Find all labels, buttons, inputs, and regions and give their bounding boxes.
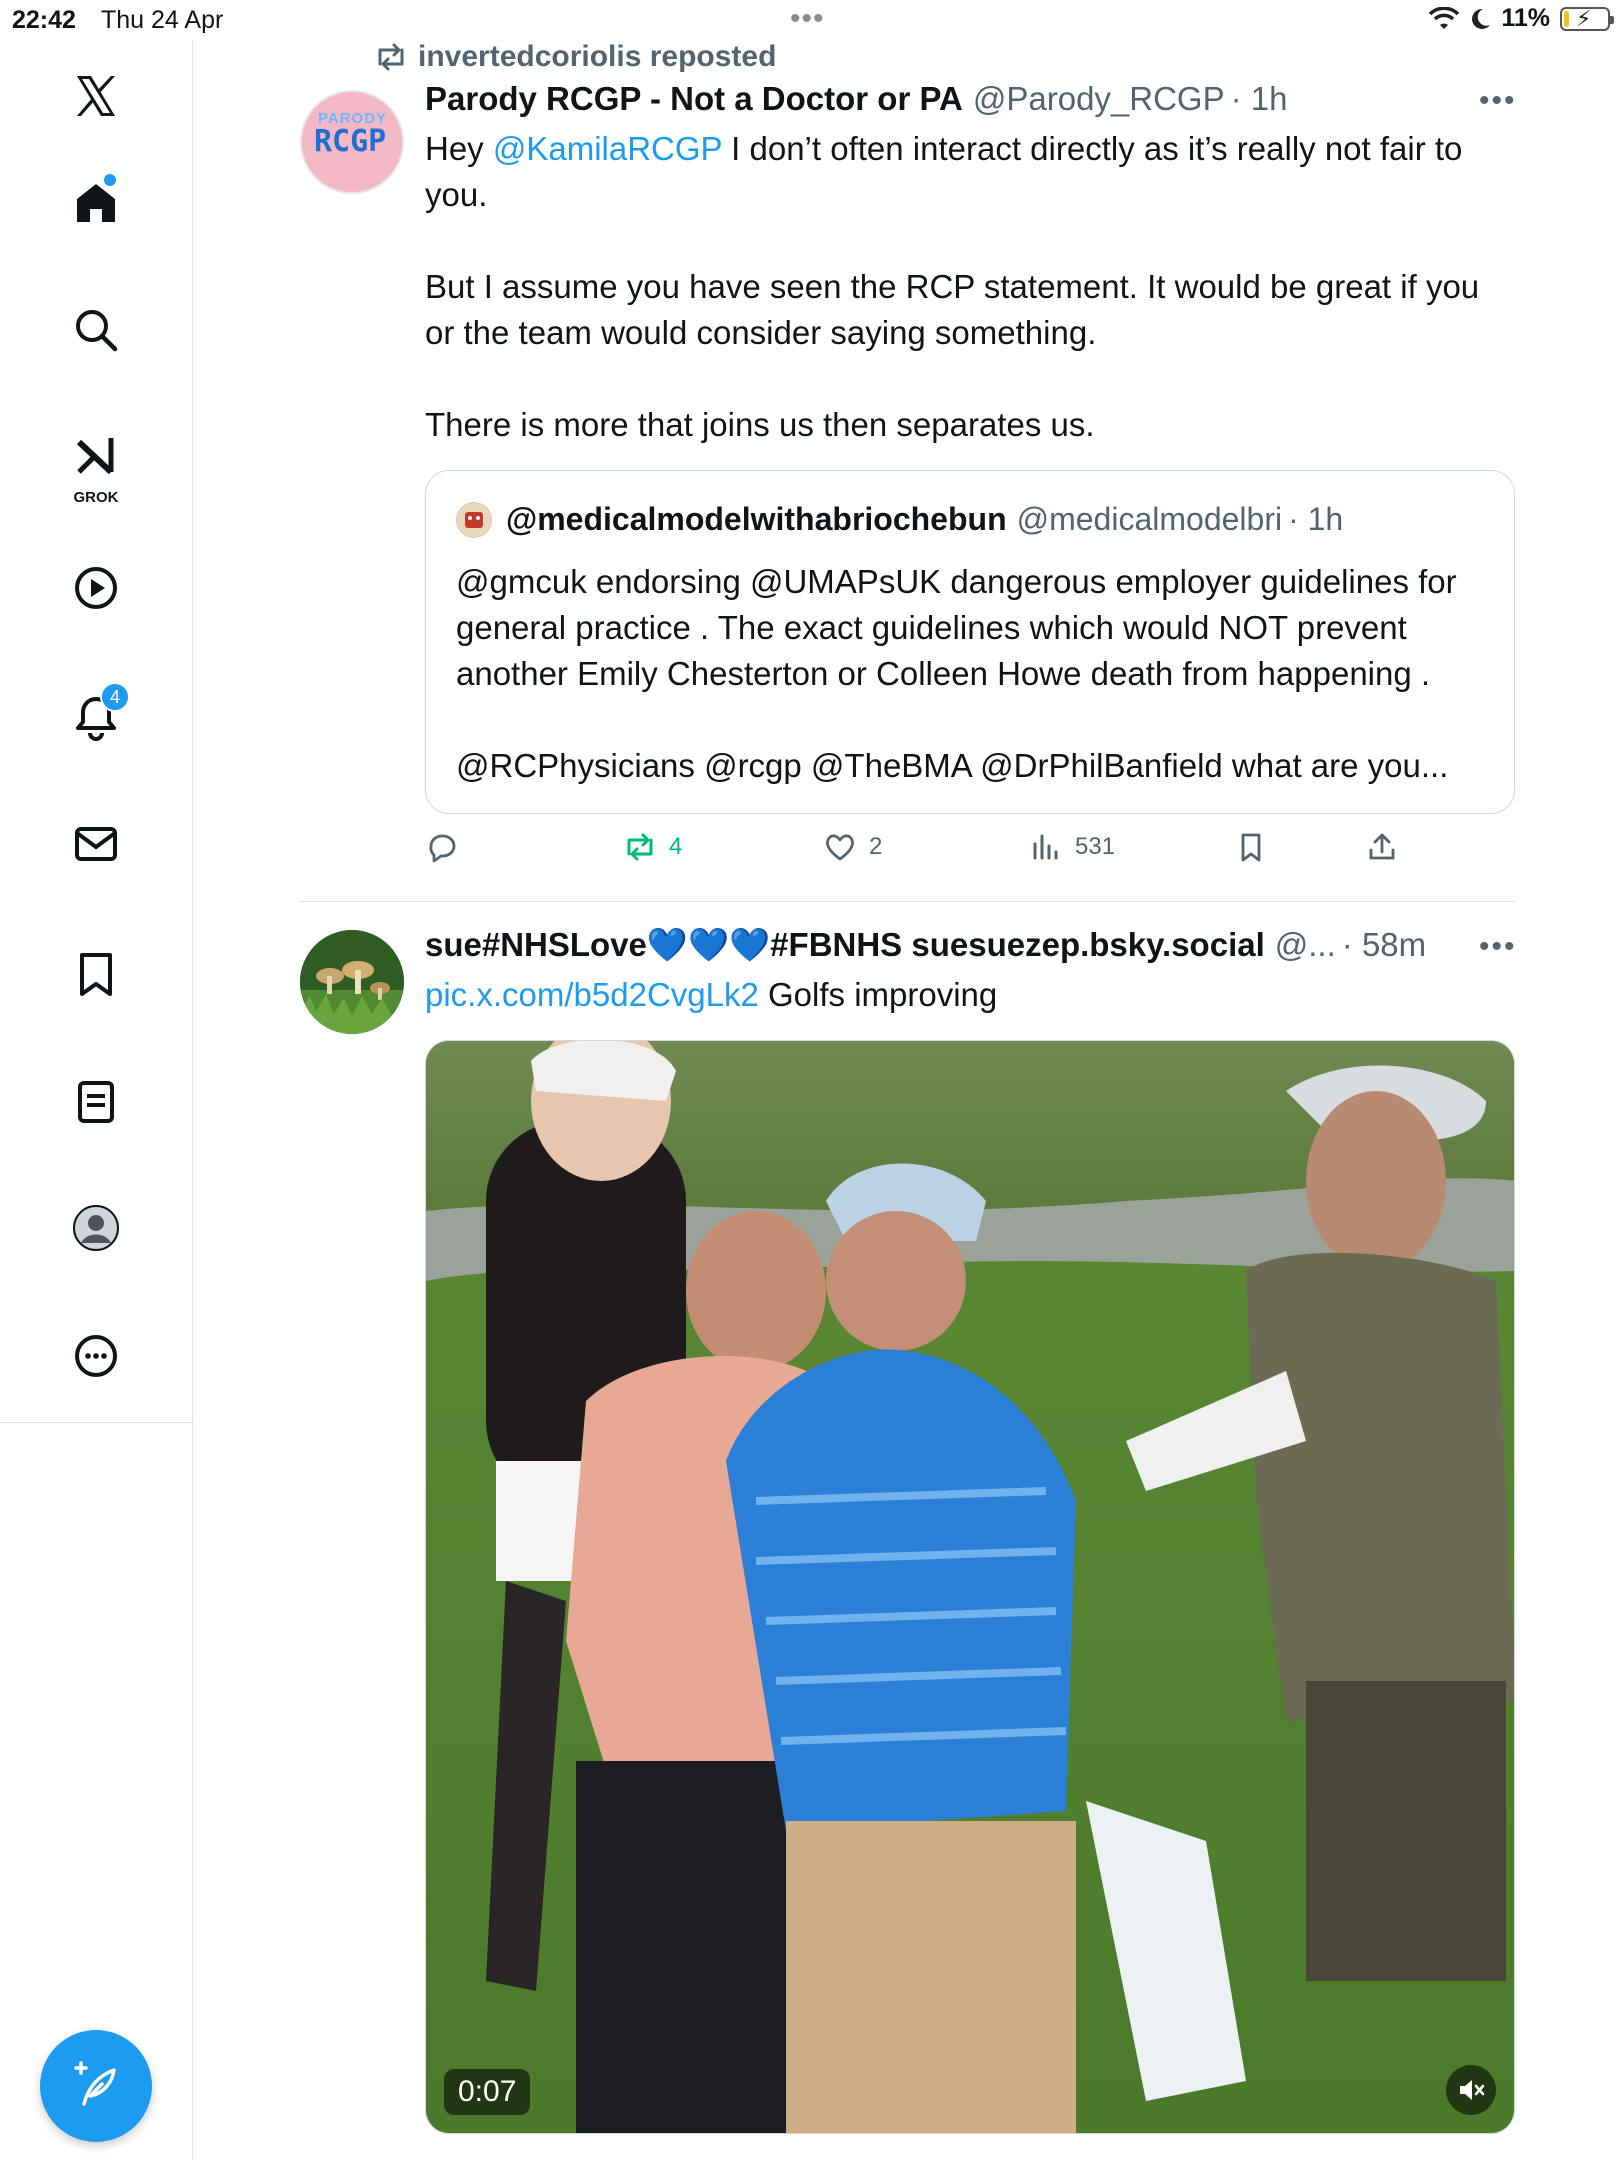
views-count: 531: [1075, 833, 1116, 860]
tweet-body: pic.x.com/b5d2CvgLk2 Golfs improving: [425, 972, 1515, 1018]
timeline: invertedcoriolis reposted PARODY RCGP Pa…: [194, 40, 1620, 2160]
reply-button[interactable]: [425, 830, 459, 864]
repost-count: 4: [669, 833, 683, 860]
quote-avatar[interactable]: [456, 501, 492, 538]
views-button[interactable]: 531: [1029, 830, 1115, 864]
avatar[interactable]: PARODY RCGP: [300, 90, 404, 194]
avatar[interactable]: [300, 930, 404, 1034]
list-icon[interactable]: [62, 1068, 130, 1136]
charging-bolt-icon: ⚡: [1576, 5, 1592, 31]
mention-link[interactable]: @KamilaRCGP: [493, 130, 722, 167]
battery-percent: 11%: [1501, 4, 1550, 32]
status-time: 22:42: [12, 6, 76, 34]
views-bar-icon: [1033, 834, 1058, 860]
tweet-time[interactable]: · 58m: [1342, 926, 1426, 964]
status-bar: 22:42 Thu 24 Apr ••• 11% ⚡: [0, 0, 1620, 40]
video-frame: [426, 1041, 1514, 2133]
video-duration: 0:07: [444, 2069, 531, 2115]
like-button[interactable]: 2: [823, 830, 882, 864]
mute-button[interactable]: [1446, 2065, 1496, 2115]
like-count: 2: [869, 833, 883, 860]
tweet-divider: [300, 901, 1515, 902]
repost-button[interactable]: 4: [623, 830, 682, 864]
wifi-icon: [1429, 6, 1460, 29]
status-indicators: 11% ⚡: [1429, 4, 1614, 33]
more-options-icon[interactable]: •••: [1479, 930, 1517, 964]
mushroom-photo: [300, 930, 404, 1034]
avatar-rcgp-text: RCGP: [314, 124, 387, 159]
tweet-text: Golfs improving: [758, 976, 998, 1013]
bookmark-icon[interactable]: [62, 940, 130, 1008]
sidebar: GROK 4: [0, 40, 193, 2160]
bookmark-button[interactable]: [1234, 830, 1268, 864]
author-handle[interactable]: @Parody_RCGP: [973, 80, 1225, 118]
video-player[interactable]: 0:07: [425, 1040, 1515, 2134]
home-icon[interactable]: [62, 168, 130, 236]
grok-icon[interactable]: GROK: [62, 426, 130, 506]
quote-header: @medicalmodelwithabriochebun @medicalmod…: [456, 501, 1343, 538]
bell-icon[interactable]: 4: [62, 682, 130, 750]
search-icon[interactable]: [62, 296, 130, 364]
author-handle[interactable]: @...: [1275, 926, 1336, 964]
heart-icon: [826, 834, 854, 861]
reply-icon: [429, 834, 456, 863]
notifications-badge: 4: [100, 682, 130, 712]
compose-feather-icon: [74, 2061, 116, 2106]
x-logo-icon[interactable]: [62, 62, 130, 130]
more-circle-icon[interactable]: [62, 1322, 130, 1390]
repost-indicator[interactable]: invertedcoriolis reposted: [374, 40, 776, 74]
status-date: Thu 24 Apr: [101, 6, 224, 34]
repost-label: invertedcoriolis reposted: [418, 40, 777, 73]
battery-fill: [1564, 10, 1569, 27]
repost-icon: [627, 833, 653, 861]
quote-body: @gmcuk endorsing @UMAPsUK dangerous empl…: [456, 559, 1496, 789]
quote-paragraph-2: @RCPhysicians @rcgp @TheBMA @DrPhilBanfi…: [456, 747, 1449, 784]
share-icon: [1369, 833, 1395, 860]
tweet-header: Parody RCGP - Not a Doctor or PA @Parody…: [425, 80, 1288, 118]
compose-button[interactable]: [40, 2030, 152, 2142]
multitasking-dots[interactable]: •••: [790, 2, 825, 36]
author-name[interactable]: sue#NHSLove💙💙💙#FBNHS suesuezep.bsky.soci…: [425, 926, 1265, 965]
quote-author-handle[interactable]: @medicalmodelbri: [1017, 501, 1282, 538]
home-unread-dot: [104, 174, 116, 186]
tweet-body: Hey @KamilaRCGP I don’t often interact d…: [425, 126, 1515, 448]
moon-icon: [1472, 8, 1491, 29]
sidebar-separator: [0, 1422, 193, 1423]
tweet-header: sue#NHSLove💙💙💙#FBNHS suesuezep.bsky.soci…: [425, 926, 1426, 965]
media-link[interactable]: pic.x.com/b5d2CvgLk2: [425, 976, 759, 1013]
bookmark-icon: [1241, 833, 1261, 862]
quote-author-name[interactable]: @medicalmodelwithabriochebun: [506, 501, 1007, 538]
author-name[interactable]: Parody RCGP - Not a Doctor or PA: [425, 80, 963, 118]
quote-time: · 1h: [1288, 501, 1344, 537]
tweet-paragraph-2: But I assume you have seen the RCP state…: [425, 268, 1480, 351]
speaker-muted-icon: [1460, 2080, 1485, 2100]
play-circle-icon[interactable]: [62, 554, 130, 622]
quote-paragraph-1: @gmcuk endorsing @UMAPsUK dangerous empl…: [456, 563, 1457, 692]
tweet-time[interactable]: · 1h: [1231, 80, 1288, 118]
tweet-paragraph-3: There is more that joins us then separat…: [425, 406, 1095, 443]
battery-icon: ⚡: [1560, 5, 1614, 31]
avatar-icon[interactable]: [62, 1194, 130, 1262]
tweet-paragraph-1: Hey @KamilaRCGP I don’t often interact d…: [425, 130, 1463, 213]
tweet-actions: 4 2 531: [425, 830, 1425, 880]
share-button[interactable]: [1365, 830, 1399, 864]
more-options-icon[interactable]: •••: [1479, 84, 1517, 118]
repost-icon: [378, 43, 404, 71]
grok-label: GROK: [73, 489, 119, 506]
envelope-icon[interactable]: [62, 810, 130, 878]
quoted-tweet[interactable]: @medicalmodelwithabriochebun @medicalmod…: [425, 470, 1515, 814]
